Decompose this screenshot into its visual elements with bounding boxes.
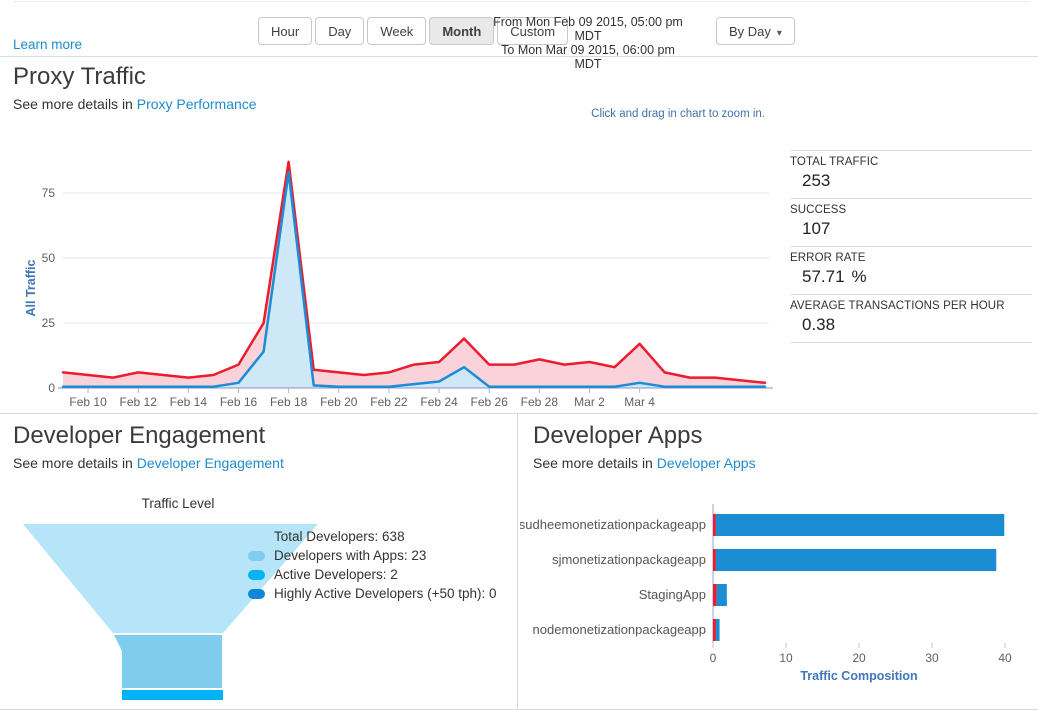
- apps-title: Developer Apps: [533, 422, 702, 450]
- developer-engagement-link[interactable]: Developer Engagement: [137, 455, 284, 471]
- zoom-hint: Click and drag in chart to zoom in.: [591, 108, 765, 120]
- svg-text:0: 0: [48, 381, 55, 395]
- funnel-segment-with-apps: [114, 635, 222, 688]
- range-button-month[interactable]: Month: [429, 17, 494, 45]
- funnel-title: Traffic Level: [33, 496, 323, 511]
- svg-text:sudheemonetizationpackageapp: sudheemonetizationpackageapp: [520, 517, 706, 532]
- legend-item-with-apps: Developers with Apps: 23: [248, 546, 497, 565]
- svg-text:Mar 2: Mar 2: [574, 395, 605, 409]
- svg-text:0: 0: [710, 651, 717, 665]
- svg-text:Feb 26: Feb 26: [471, 395, 509, 409]
- traffic-chart[interactable]: 0 25 50 75 Feb 10 Feb 12 Feb 14 Feb 16 Feb 18 Feb…: [13, 136, 788, 412]
- group-by-dropdown[interactable]: By Day ▾: [716, 17, 795, 45]
- svg-text:Feb 28: Feb 28: [521, 395, 559, 409]
- stats-panel: TOTAL TRAFFIC 253 SUCCESS 107 ERROR RATE…: [790, 150, 1032, 343]
- apps-subtitle: See more details in Developer Apps: [533, 455, 756, 471]
- range-button-hour[interactable]: Hour: [258, 17, 312, 45]
- svg-text:75: 75: [42, 186, 56, 200]
- svg-text:10: 10: [779, 651, 793, 665]
- svg-text:50: 50: [42, 251, 56, 265]
- svg-text:Feb 20: Feb 20: [320, 395, 358, 409]
- svg-text:25: 25: [42, 316, 56, 330]
- developer-apps-section: Developer Apps See more details in Devel…: [519, 414, 1038, 709]
- developer-apps-link[interactable]: Developer Apps: [657, 455, 756, 471]
- proxy-performance-link[interactable]: Proxy Performance: [137, 96, 257, 112]
- bottom-sections: Developer Engagement See more details in…: [0, 413, 1038, 710]
- svg-text:Feb 16: Feb 16: [220, 395, 258, 409]
- page-title: Proxy Traffic: [13, 63, 146, 91]
- legend-item-active: Active Developers: 2: [248, 565, 497, 584]
- proxy-subtitle: See more details in Proxy Performance: [13, 96, 257, 112]
- svg-text:20: 20: [852, 651, 866, 665]
- stat-success: SUCCESS 107: [790, 198, 1032, 246]
- top-divider: [13, 1, 1030, 2]
- funnel-legend: Total Developers: 638 Developers with Ap…: [248, 527, 497, 603]
- svg-text:Feb 10: Feb 10: [69, 395, 107, 409]
- legend-swatch: [248, 551, 265, 561]
- legend-swatch: [248, 532, 265, 542]
- toolbar: Learn more Hour Day Week Month Custom Fr…: [0, 0, 1038, 57]
- svg-text:All Traffic: All Traffic: [24, 259, 38, 316]
- svg-text:30: 30: [925, 651, 939, 665]
- legend-swatch: [248, 570, 265, 580]
- funnel-segment-active: [122, 690, 223, 700]
- svg-text:nodemonetizationpackageapp: nodemonetizationpackageapp: [533, 622, 706, 637]
- legend-item-highly-active: Highly Active Developers (+50 tph): 0: [248, 584, 497, 603]
- range-button-day[interactable]: Day: [315, 17, 364, 45]
- apps-bar-chart: sudheemonetizationpackageapp sjmonetizati…: [520, 496, 1036, 694]
- svg-text:Feb 12: Feb 12: [120, 395, 158, 409]
- proxy-traffic-section: Proxy Traffic See more details in Proxy …: [0, 57, 1038, 413]
- dashboard-page: Learn more Hour Day Week Month Custom Fr…: [0, 0, 1038, 717]
- svg-text:40: 40: [998, 651, 1012, 665]
- legend-item-total: Total Developers: 638: [248, 527, 497, 546]
- svg-text:Feb 22: Feb 22: [370, 395, 408, 409]
- svg-text:Feb 24: Feb 24: [420, 395, 458, 409]
- group-by-label: By Day: [729, 24, 771, 39]
- svg-text:Feb 14: Feb 14: [170, 395, 208, 409]
- svg-text:Traffic Composition: Traffic Composition: [800, 669, 917, 683]
- developer-engagement-section: Developer Engagement See more details in…: [0, 414, 518, 709]
- learn-more-link[interactable]: Learn more: [13, 37, 82, 52]
- stat-total-traffic: TOTAL TRAFFIC 253: [790, 150, 1032, 198]
- svg-text:StagingApp: StagingApp: [639, 587, 706, 602]
- svg-text:sjmonetizationpackageapp: sjmonetizationpackageapp: [552, 552, 706, 567]
- legend-swatch: [248, 589, 265, 599]
- svg-text:Feb 18: Feb 18: [270, 395, 308, 409]
- stat-avg-tph: AVERAGE TRANSACTIONS PER HOUR 0.38: [790, 294, 1032, 343]
- range-button-week[interactable]: Week: [367, 17, 426, 45]
- chevron-down-icon: ▾: [777, 28, 782, 39]
- engagement-title: Developer Engagement: [13, 422, 265, 450]
- date-from: From Mon Feb 09 2015, 05:00 pm MDT: [490, 15, 686, 43]
- svg-text:Mar 4: Mar 4: [624, 395, 655, 409]
- engagement-subtitle: See more details in Developer Engagement: [13, 455, 284, 471]
- stat-error-rate: ERROR RATE 57.71%: [790, 246, 1032, 294]
